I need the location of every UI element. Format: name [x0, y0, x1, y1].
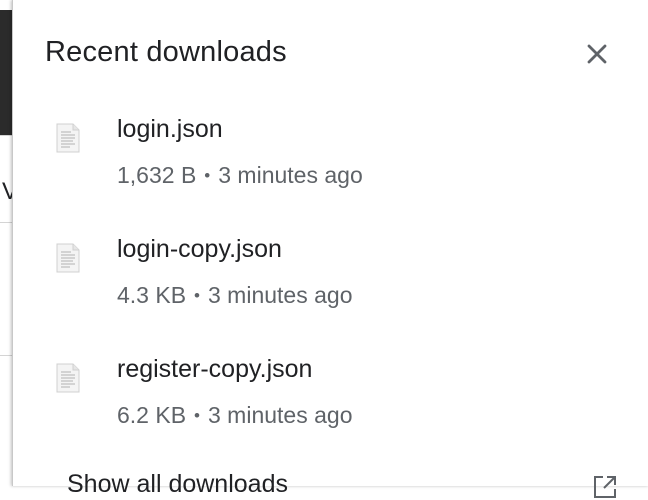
- meta-separator: •: [204, 166, 211, 185]
- download-meta: 4.3 KB • 3 minutes ago: [117, 282, 352, 309]
- download-size: 6.2 KB: [117, 402, 187, 428]
- close-button[interactable]: [581, 38, 613, 70]
- open-in-new-icon[interactable]: [592, 474, 618, 500]
- background-divider: [0, 355, 12, 356]
- download-size: 4.3 KB: [117, 282, 187, 308]
- panel-title: Recent downloads: [45, 36, 287, 68]
- close-icon: [587, 44, 607, 64]
- background-divider: [0, 135, 12, 136]
- download-size: 1,632 B: [117, 162, 197, 188]
- download-time: 3 minutes ago: [208, 402, 353, 428]
- download-item[interactable]: login-copy.json 4.3 KB • 3 minutes ago: [13, 235, 648, 335]
- background-toolbar: [0, 10, 12, 135]
- download-file-name: login-copy.json: [117, 235, 282, 263]
- download-item[interactable]: register-copy.json 6.2 KB • 3 minutes ago: [13, 355, 648, 455]
- download-file-name: login.json: [117, 115, 223, 143]
- background-divider: [0, 222, 12, 223]
- download-meta: 1,632 B • 3 minutes ago: [117, 162, 363, 189]
- file-icon: [56, 123, 80, 153]
- file-icon: [56, 243, 80, 273]
- download-file-name: register-copy.json: [117, 355, 313, 383]
- file-icon: [56, 363, 80, 393]
- download-item[interactable]: login.json 1,632 B • 3 minutes ago: [13, 115, 648, 215]
- meta-separator: •: [194, 406, 200, 425]
- download-meta: 6.2 KB • 3 minutes ago: [117, 402, 352, 429]
- download-time: 3 minutes ago: [218, 162, 363, 188]
- downloads-panel: Recent downloads login.json 1,632 B • 3 mi…: [12, 0, 648, 498]
- show-all-downloads-link[interactable]: Show all downloads: [67, 470, 288, 499]
- download-time: 3 minutes ago: [208, 282, 353, 308]
- meta-separator: •: [194, 286, 200, 305]
